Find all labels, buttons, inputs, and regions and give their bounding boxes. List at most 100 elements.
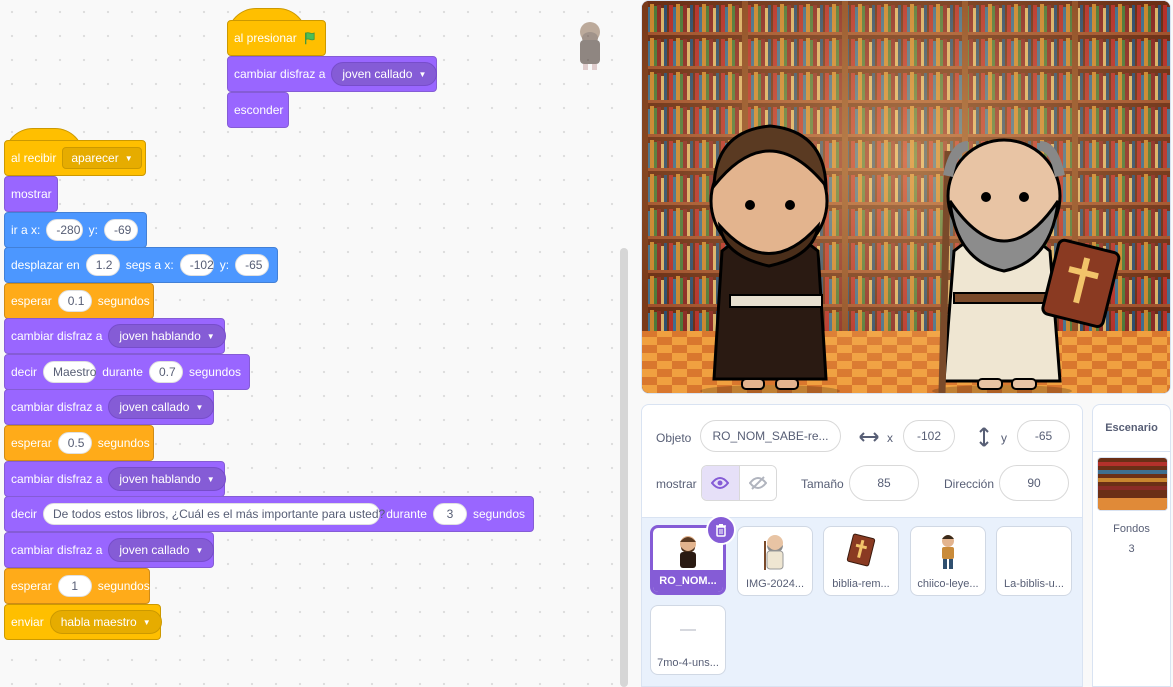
hide-block[interactable]: esconder bbox=[227, 92, 289, 128]
sprite-name-label: Objeto bbox=[656, 431, 692, 445]
switch-costume-block[interactable]: cambiar disfraz a joven callado ▼ bbox=[227, 56, 438, 92]
wait-block[interactable]: esperar 0.5 segundos bbox=[4, 425, 154, 461]
for-label: durante bbox=[102, 365, 143, 379]
chevron-down-icon: ▼ bbox=[142, 617, 151, 627]
say-secs-input[interactable]: 3 bbox=[432, 503, 467, 525]
hide-sprite-button[interactable] bbox=[739, 466, 776, 500]
costume-dropdown[interactable]: joven hablando ▼ bbox=[108, 324, 226, 348]
sprite-tile-name: RO_NOM... bbox=[653, 570, 723, 592]
costume-dropdown-value: joven callado bbox=[342, 67, 413, 81]
stage-panel-title: Escenario bbox=[1093, 405, 1170, 452]
stage-canvas[interactable] bbox=[641, 0, 1171, 394]
glide-x-input[interactable]: -102 bbox=[179, 254, 214, 276]
switch-costume-block[interactable]: cambiar disfraz a joven callado ▼ bbox=[4, 532, 215, 568]
say-text-input[interactable]: De todos estos libros, ¿Cuál es el más i… bbox=[43, 503, 385, 525]
switch-costume-label: cambiar disfraz a bbox=[11, 329, 103, 343]
y-position-input[interactable]: -65 bbox=[1017, 420, 1070, 452]
code-area-scrollbar[interactable] bbox=[620, 248, 628, 687]
costume-dropdown-value: joven hablando bbox=[119, 472, 201, 486]
say-for-secs-block[interactable]: decir Maestro durante 0.7 segundos bbox=[4, 354, 250, 390]
x-label: x bbox=[887, 431, 893, 445]
costume-dropdown-value: joven callado bbox=[119, 543, 190, 557]
code-area[interactable]: al presionar cambiar disfraz a joven cal… bbox=[0, 0, 632, 687]
direction-label: Dirección bbox=[944, 477, 995, 491]
costume-dropdown-value: joven hablando bbox=[119, 329, 201, 343]
costume-dropdown[interactable]: joven callado ▼ bbox=[331, 62, 438, 86]
old-man-icon bbox=[764, 535, 784, 570]
sprite-tile-name: biblia-rem... bbox=[832, 578, 890, 590]
for-label: durante bbox=[386, 507, 427, 521]
go-to-label: ir a x: bbox=[11, 223, 41, 237]
wait-label: esperar bbox=[11, 579, 52, 593]
seconds-label: segundos bbox=[472, 507, 525, 521]
size-label: Tamaño bbox=[801, 477, 844, 491]
say-for-secs-block[interactable]: decir De todos estos libros, ¿Cuál es el… bbox=[4, 496, 534, 532]
message-dropdown[interactable]: aparecer ▼ bbox=[62, 147, 142, 169]
sprite-tile[interactable]: 7mo-4-uns... bbox=[650, 605, 726, 675]
switch-costume-label: cambiar disfraz a bbox=[234, 67, 326, 81]
stage-selector[interactable]: Escenario Fondos 3 bbox=[1092, 404, 1171, 687]
young-man-character bbox=[700, 124, 840, 393]
sprite-tile[interactable]: IMG-2024... bbox=[737, 526, 813, 596]
visibility-toggle bbox=[701, 465, 777, 501]
sprite-tile[interactable]: biblia-rem... bbox=[823, 526, 899, 596]
chevron-down-icon: ▼ bbox=[124, 153, 133, 163]
glide-y-input[interactable]: -65 bbox=[235, 254, 270, 276]
broadcast-block[interactable]: enviar habla maestro ▼ bbox=[4, 604, 162, 640]
sprite-name-input[interactable]: RO_NOM_SABE-re... bbox=[700, 420, 841, 452]
show-block[interactable]: mostrar bbox=[4, 176, 58, 212]
size-input[interactable]: 85 bbox=[849, 465, 919, 501]
go-to-xy-block[interactable]: ir a x: -280 y: -69 bbox=[4, 212, 147, 248]
say-text-input[interactable]: Maestro bbox=[43, 361, 96, 383]
wait-block[interactable]: esperar 1 segundos bbox=[4, 568, 150, 604]
sprite-tile-name: 7mo-4-uns... bbox=[657, 657, 719, 669]
boy-icon bbox=[942, 535, 954, 569]
when-flag-clicked-block[interactable]: al presionar bbox=[227, 20, 326, 56]
young-man-icon bbox=[680, 536, 696, 568]
say-label: decir bbox=[11, 507, 38, 521]
broadcast-label: enviar bbox=[11, 615, 44, 629]
chevron-down-icon: ▼ bbox=[206, 331, 215, 341]
glide-secs-input[interactable]: 1.2 bbox=[85, 254, 120, 276]
say-secs-input[interactable]: 0.7 bbox=[148, 361, 183, 383]
broadcast-dropdown[interactable]: habla maestro ▼ bbox=[49, 610, 162, 634]
sprite-pane: Objeto RO_NOM_SABE-re... x -102 y -65 mo… bbox=[641, 404, 1083, 687]
wait-input[interactable]: 0.1 bbox=[57, 290, 92, 312]
go-to-y-input[interactable]: -69 bbox=[104, 219, 138, 241]
sprite-tile[interactable]: La-biblis-u... bbox=[996, 526, 1072, 596]
x-position-input[interactable]: -102 bbox=[903, 420, 955, 452]
wait-input[interactable]: 1 bbox=[57, 575, 92, 597]
wait-input[interactable]: 0.5 bbox=[57, 432, 92, 454]
switch-costume-block[interactable]: cambiar disfraz a joven hablando ▼ bbox=[4, 318, 226, 354]
wait-label: esperar bbox=[11, 294, 52, 308]
switch-costume-label: cambiar disfraz a bbox=[11, 472, 103, 486]
sprite-tile-name: IMG-2024... bbox=[745, 578, 805, 590]
show-sprite-button[interactable] bbox=[702, 466, 740, 500]
costume-dropdown[interactable]: joven callado ▼ bbox=[108, 538, 215, 562]
switch-costume-block[interactable]: cambiar disfraz a joven callado ▼ bbox=[4, 389, 215, 425]
current-sprite-thumbnail-icon bbox=[580, 22, 600, 70]
costume-dropdown[interactable]: joven callado ▼ bbox=[108, 395, 215, 419]
horizontal-arrows-icon bbox=[859, 432, 879, 442]
costume-dropdown[interactable]: joven hablando ▼ bbox=[108, 467, 226, 491]
when-i-receive-block[interactable]: al recibir aparecer ▼ bbox=[4, 140, 146, 176]
sprite-tile[interactable]: chiico-leye... bbox=[910, 526, 986, 596]
eye-icon bbox=[711, 477, 730, 489]
wait-block[interactable]: esperar 0.1 segundos bbox=[4, 283, 154, 319]
glide-block[interactable]: desplazar en 1.2 segs a x: -102 y: -65 bbox=[4, 247, 278, 283]
bible-icon bbox=[846, 533, 876, 567]
delete-sprite-button[interactable] bbox=[706, 515, 736, 545]
switch-costume-block[interactable]: cambiar disfraz a joven hablando ▼ bbox=[4, 461, 226, 497]
direction-input[interactable]: 90 bbox=[999, 465, 1069, 501]
show-label: mostrar bbox=[11, 187, 52, 201]
broadcast-dropdown-value: habla maestro bbox=[60, 615, 137, 629]
seconds-label: segundos bbox=[97, 436, 150, 450]
sprite-tile-name: La-biblis-u... bbox=[1004, 578, 1064, 590]
glide-label: desplazar en bbox=[11, 258, 80, 272]
y-label: y bbox=[1001, 431, 1007, 445]
backdrop-thumbnail[interactable] bbox=[1097, 457, 1168, 511]
vertical-arrows-icon bbox=[979, 427, 989, 447]
y-label: y: bbox=[88, 223, 98, 237]
go-to-x-input[interactable]: -280 bbox=[46, 219, 83, 241]
trash-icon bbox=[716, 524, 726, 537]
